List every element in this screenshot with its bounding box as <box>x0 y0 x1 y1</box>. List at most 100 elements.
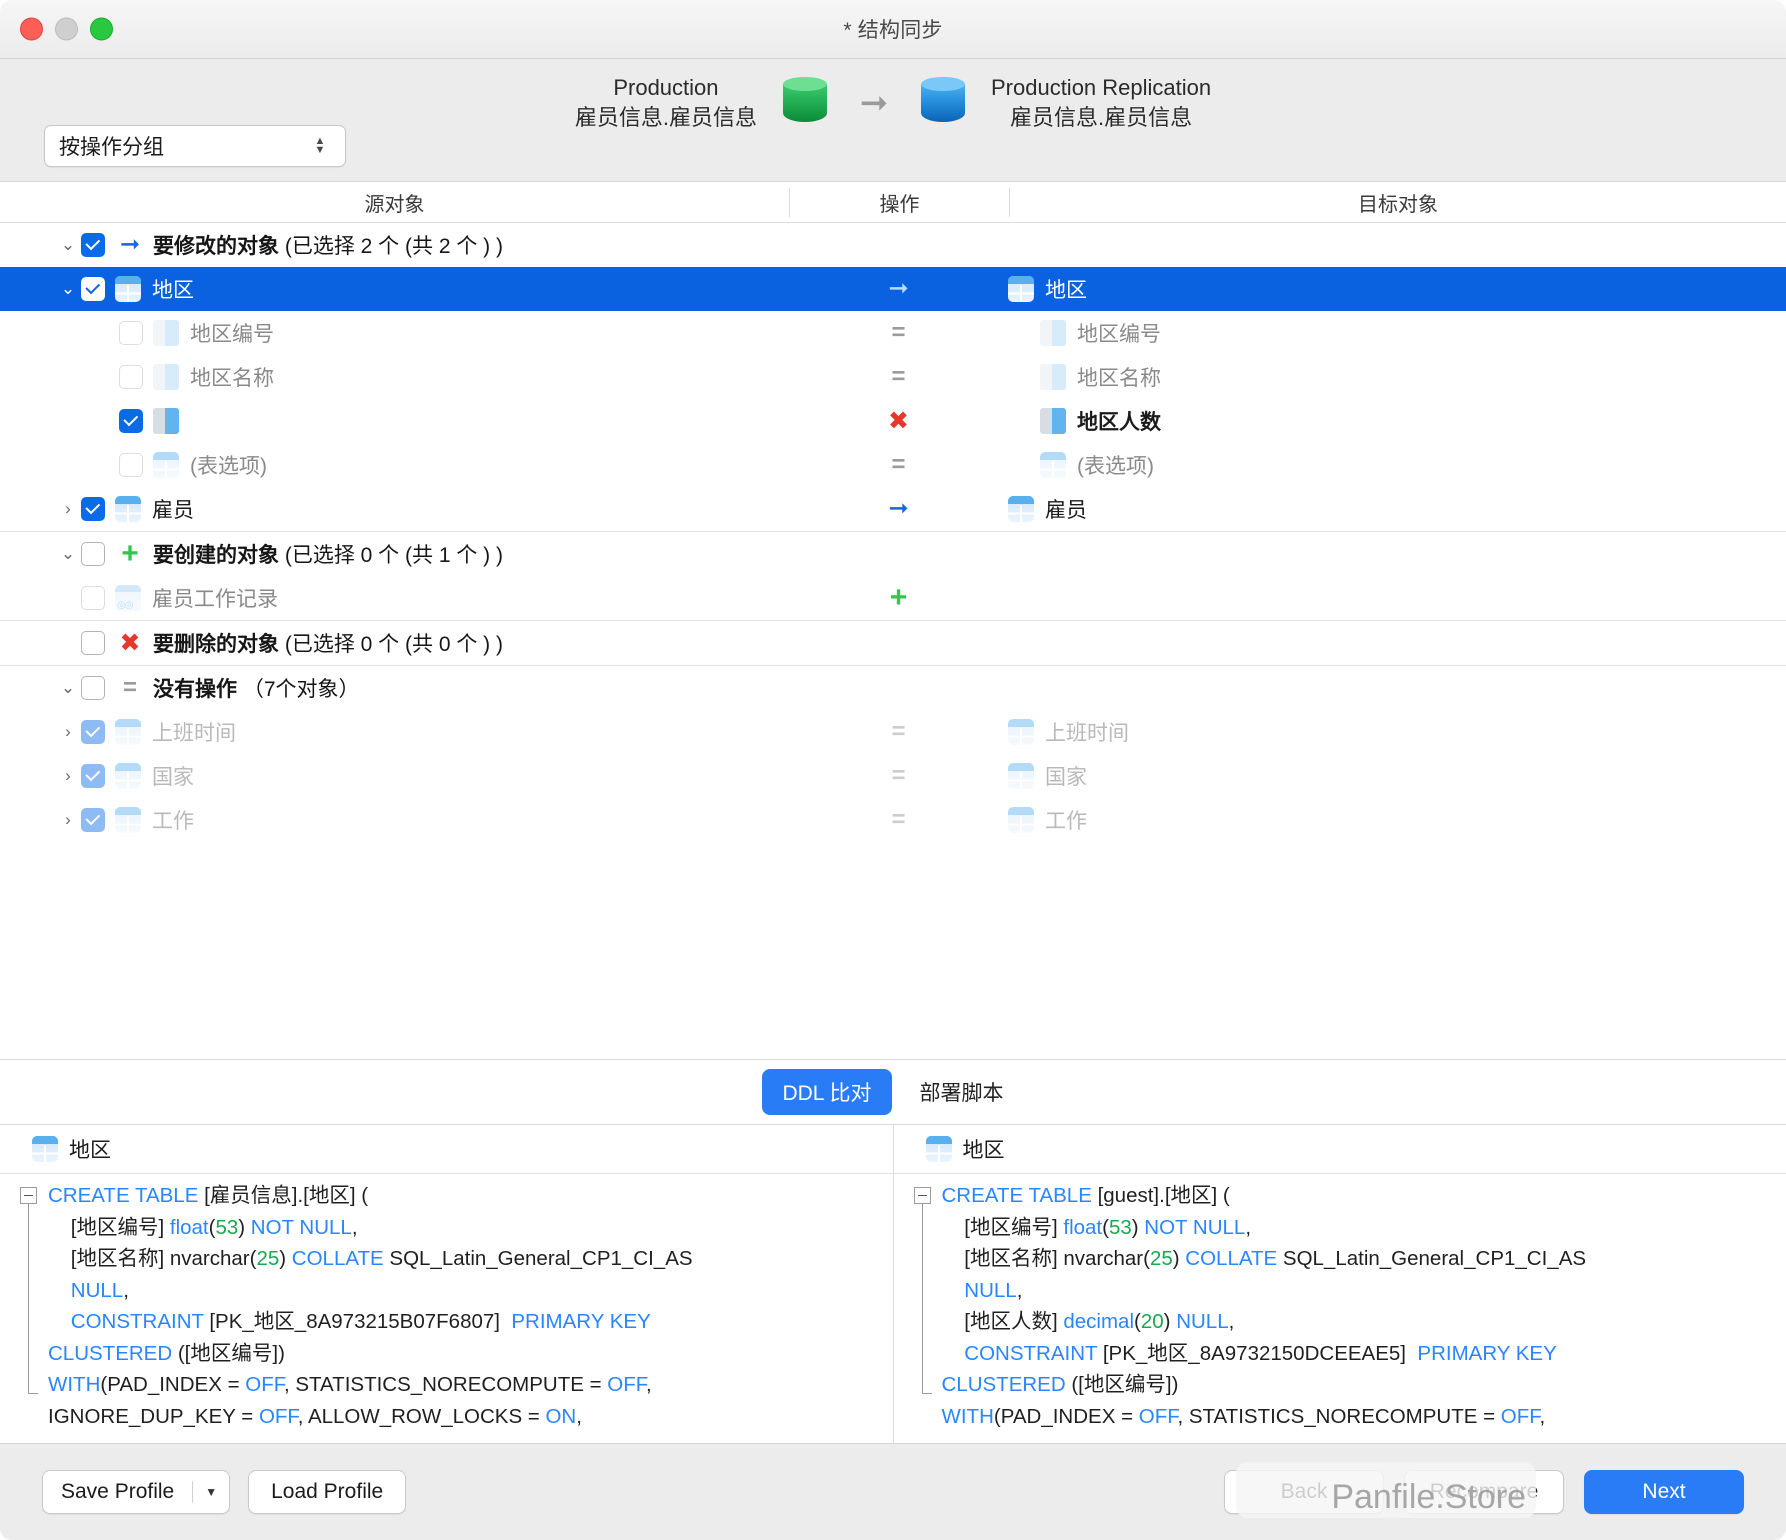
row-checkbox[interactable] <box>119 321 143 345</box>
column-header-target[interactable]: 目标对象 <box>1010 188 1786 217</box>
code-token: 20 <box>1140 1310 1164 1333</box>
column-header-source[interactable]: 源对象 <box>0 188 789 217</box>
table-row[interactable]: › 雇员 ➞ 雇员 <box>0 487 1786 531</box>
tree-group-header[interactable]: ⌄ = 没有操作 （7个对象） <box>0 666 1786 710</box>
code-fold-toggle[interactable] <box>913 1187 931 1204</box>
row-action-cell: ➞ <box>789 487 1008 531</box>
chevron-right-icon[interactable]: › <box>55 810 81 830</box>
table-row[interactable]: ✖ 地区人数 <box>0 399 1786 443</box>
table-row[interactable]: 地区编号 = 地区编号 <box>0 311 1786 355</box>
table-row[interactable]: › 工作 = 工作 <box>0 798 1786 842</box>
row-checkbox[interactable] <box>81 808 105 832</box>
zoom-button[interactable] <box>90 17 113 41</box>
group-checkbox-delete[interactable] <box>81 631 105 655</box>
table-row[interactable]: (表选项) = (表选项) <box>0 443 1786 487</box>
row-target-cell: 工作 <box>1008 798 1786 842</box>
code-token: [PK_地区_8A9732150DCEEAE5] <box>1102 1341 1418 1365</box>
save-profile-button[interactable]: Save Profile ▼ <box>42 1470 231 1514</box>
code-token: , ALLOW_ROW_LOCKS = <box>297 1404 546 1428</box>
chevron-down-icon[interactable]: ⌄ <box>55 279 81 299</box>
code-line: WITH(PAD_INDEX = OFF, STATISTICS_NORECOM… <box>894 1401 1786 1433</box>
row-action-cell: ✖ <box>789 399 1008 443</box>
chevron-down-icon[interactable]: ▼ <box>193 1485 229 1499</box>
chevron-down-icon[interactable]: ⌄ <box>55 235 81 255</box>
equals-icon: = <box>891 762 906 789</box>
ddl-target-code[interactable]: CREATE TABLE [guest].[地区] ( [地区编号] float… <box>894 1174 1786 1443</box>
row-target-cell: 国家 <box>1008 754 1786 798</box>
code-line: [地区人数] decimal(20) NULL, <box>894 1306 1786 1338</box>
close-button[interactable] <box>20 17 43 41</box>
sync-header: Production 雇员信息.雇员信息 ➞ Production Replic… <box>0 59 1786 182</box>
code-token: ) <box>1163 1310 1177 1333</box>
row-checkbox[interactable] <box>81 277 105 301</box>
column-header-action[interactable]: 操作 <box>789 187 1010 217</box>
chevron-right-icon[interactable]: › <box>55 766 81 786</box>
equals-icon: = <box>891 451 906 478</box>
code-token: CLUSTERED <box>48 1341 178 1365</box>
code-token: , <box>1539 1404 1546 1428</box>
plus-icon: + <box>889 581 908 614</box>
table-icon <box>1008 807 1034 833</box>
table-row[interactable]: 雇员工作记录 + <box>0 576 1786 620</box>
tree-group-header[interactable]: ⌄ + 要创建的对象 (已选择 0 个 (共 1 个 ) ) <box>0 532 1786 576</box>
table-row[interactable]: › 国家 = 国家 <box>0 754 1786 798</box>
row-checkbox[interactable] <box>119 365 143 389</box>
row-checkbox[interactable] <box>81 497 105 521</box>
tab-deploy-script[interactable]: 部署脚本 <box>900 1069 1024 1115</box>
tree-group-header[interactable]: ⌄ ➞ 要修改的对象 (已选择 2 个 (共 2 个 ) ) <box>0 223 1786 267</box>
code-token: 53 <box>215 1215 239 1239</box>
equals-icon: = <box>891 718 906 745</box>
row-target-label: 工作 <box>1045 810 1087 833</box>
ddl-source-header: 地区 <box>0 1125 893 1174</box>
table-row[interactable]: 地区名称 = 地区名称 <box>0 355 1786 399</box>
code-token: decimal <box>1063 1310 1135 1333</box>
code-token: , <box>576 1404 582 1428</box>
row-source-cell: › 国家 <box>0 754 789 798</box>
group-by-select[interactable]: 按操作分组 ▲ ▼ <box>44 125 346 167</box>
row-checkbox[interactable] <box>81 720 105 744</box>
code-token: ) <box>279 1247 292 1270</box>
tab-ddl-compare[interactable]: DDL 比对 <box>762 1069 892 1115</box>
code-line: [地区编号] float(53) NOT NULL, <box>894 1212 1786 1244</box>
arrow-right-icon: ➞ <box>888 275 909 302</box>
load-profile-button[interactable]: Load Profile <box>248 1470 407 1514</box>
group-checkbox-create[interactable] <box>81 542 105 566</box>
chevron-down-icon[interactable]: ⌄ <box>55 678 81 698</box>
row-action-cell: = <box>789 443 1008 487</box>
code-token: , STATISTICS_NORECOMPUTE = <box>1177 1404 1501 1428</box>
row-checkbox[interactable] <box>119 453 143 477</box>
code-token: float <box>169 1215 209 1239</box>
row-checkbox[interactable] <box>119 409 143 433</box>
group-header-action-cell <box>789 621 1008 665</box>
table-row[interactable]: ⌄ 地区 ➞ 地区 <box>0 267 1786 311</box>
chevron-right-icon[interactable]: › <box>55 499 81 519</box>
group-checkbox-noaction[interactable] <box>81 676 105 700</box>
code-token: OFF <box>607 1373 646 1396</box>
code-token: PRIMARY KEY <box>511 1310 651 1333</box>
chevron-down-icon[interactable]: ⌄ <box>55 544 81 564</box>
code-fold-end <box>921 1393 932 1395</box>
table-row[interactable]: › 上班时间 = 上班时间 <box>0 710 1786 754</box>
object-tree[interactable]: ⌄ ➞ 要修改的对象 (已选择 2 个 (共 2 个 ) ) ⌄ 地区 ➞ 地区 地区编号 = 地… <box>0 223 1786 1059</box>
row-checkbox[interactable] <box>81 764 105 788</box>
tree-group-header[interactable]: ✖ 要删除的对象 (已选择 0 个 (共 0 个 ) ) <box>0 621 1786 665</box>
row-checkbox[interactable] <box>81 586 105 610</box>
code-token: ([地区编号]) <box>177 1341 285 1365</box>
code-fold-toggle[interactable] <box>20 1187 37 1204</box>
chevron-right-icon[interactable]: › <box>55 722 81 742</box>
row-action-cell: ➞ <box>789 267 1008 311</box>
group-header-target-cell <box>1008 666 1786 710</box>
next-button[interactable]: Next <box>1584 1470 1744 1514</box>
code-token: PRIMARY KEY <box>1417 1341 1557 1365</box>
group-header-source-cell: ⌄ + 要创建的对象 (已选择 0 个 (共 1 个 ) ) <box>0 532 789 576</box>
ddl-source-code[interactable]: CREATE TABLE [雇员信息].[地区] ( [地区编号] float(… <box>0 1174 893 1443</box>
code-token: CONSTRAINT <box>941 1341 1103 1365</box>
row-source-label: 地区名称 <box>190 367 274 390</box>
row-target-label: 地区人数 <box>1077 411 1161 434</box>
row-target-cell: 雇员 <box>1008 487 1786 531</box>
code-token: WITH <box>48 1373 101 1396</box>
code-token: , STATISTICS_NORECOMPUTE = <box>283 1373 608 1396</box>
group-checkbox-modify[interactable] <box>81 233 105 257</box>
row-action-cell: = <box>789 798 1008 842</box>
minimize-button[interactable] <box>55 17 78 41</box>
